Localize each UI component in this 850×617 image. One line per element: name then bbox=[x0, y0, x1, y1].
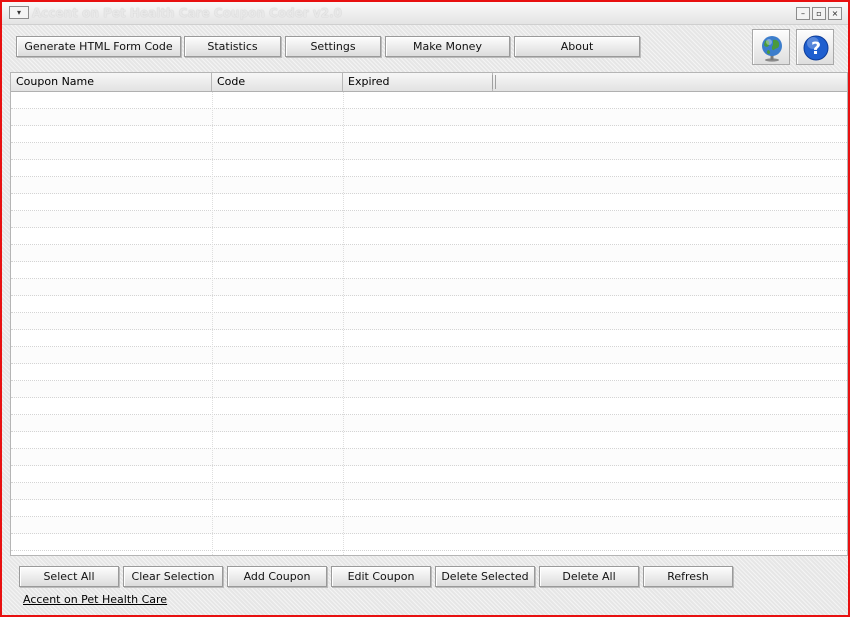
globe-button[interactable] bbox=[752, 29, 790, 65]
svg-text:?: ? bbox=[811, 39, 821, 59]
table-row[interactable] bbox=[11, 364, 847, 381]
table-row[interactable] bbox=[11, 449, 847, 466]
column-resize-grip[interactable] bbox=[492, 75, 496, 89]
table-row[interactable] bbox=[11, 109, 847, 126]
footer-link[interactable]: Accent on Pet Health Care bbox=[23, 593, 167, 606]
table-row[interactable] bbox=[11, 211, 847, 228]
close-icon[interactable]: × bbox=[828, 7, 842, 20]
table-row[interactable] bbox=[11, 126, 847, 143]
table-row[interactable] bbox=[11, 245, 847, 262]
about-button[interactable]: About bbox=[514, 36, 640, 57]
column-header-code[interactable]: Code bbox=[212, 73, 343, 91]
column-divider bbox=[343, 92, 344, 555]
statistics-button[interactable]: Statistics bbox=[184, 36, 281, 57]
system-menu-icon[interactable]: ▾ bbox=[9, 6, 29, 19]
table-row[interactable] bbox=[11, 143, 847, 160]
column-header-coupon-name[interactable]: Coupon Name bbox=[11, 73, 212, 91]
edit-coupon-button[interactable]: Edit Coupon bbox=[331, 566, 431, 587]
table-row[interactable] bbox=[11, 279, 847, 296]
globe-icon bbox=[762, 36, 782, 62]
table-row[interactable] bbox=[11, 228, 847, 245]
coupon-table[interactable]: Coupon Name Code Expired bbox=[10, 72, 848, 556]
table-row[interactable] bbox=[11, 313, 847, 330]
title-bar[interactable]: ▾ Accent on Pet Health Care Coupon Coder… bbox=[2, 2, 848, 25]
window-title: Accent on Pet Health Care Coupon Coder v… bbox=[32, 6, 343, 20]
table-row[interactable] bbox=[11, 194, 847, 211]
table-row[interactable] bbox=[11, 381, 847, 398]
help-icon: ? bbox=[803, 35, 829, 61]
table-body[interactable] bbox=[11, 92, 847, 555]
table-row[interactable] bbox=[11, 398, 847, 415]
delete-selected-button[interactable]: Delete Selected bbox=[435, 566, 535, 587]
table-row[interactable] bbox=[11, 262, 847, 279]
table-row[interactable] bbox=[11, 483, 847, 500]
restore-icon[interactable]: ▫ bbox=[812, 7, 826, 20]
window-controls: – ▫ × bbox=[796, 7, 842, 20]
table-row[interactable] bbox=[11, 92, 847, 109]
table-row[interactable] bbox=[11, 296, 847, 313]
generate-html-form-code-button[interactable]: Generate HTML Form Code bbox=[16, 36, 181, 57]
table-row[interactable] bbox=[11, 534, 847, 551]
select-all-button[interactable]: Select All bbox=[19, 566, 119, 587]
column-header-expired[interactable]: Expired bbox=[343, 73, 493, 91]
minimize-icon[interactable]: – bbox=[796, 7, 810, 20]
settings-button[interactable]: Settings bbox=[285, 36, 381, 57]
table-row[interactable] bbox=[11, 500, 847, 517]
delete-all-button[interactable]: Delete All bbox=[539, 566, 639, 587]
make-money-button[interactable]: Make Money bbox=[385, 36, 510, 57]
add-coupon-button[interactable]: Add Coupon bbox=[227, 566, 327, 587]
refresh-button[interactable]: Refresh bbox=[643, 566, 733, 587]
table-row[interactable] bbox=[11, 330, 847, 347]
app-window: ▾ Accent on Pet Health Care Coupon Coder… bbox=[0, 0, 850, 617]
table-row[interactable] bbox=[11, 517, 847, 534]
table-row[interactable] bbox=[11, 432, 847, 449]
clear-selection-button[interactable]: Clear Selection bbox=[123, 566, 223, 587]
table-row[interactable] bbox=[11, 160, 847, 177]
column-divider bbox=[212, 92, 213, 555]
table-row[interactable] bbox=[11, 177, 847, 194]
table-row[interactable] bbox=[11, 466, 847, 483]
table-row[interactable] bbox=[11, 415, 847, 432]
table-header: Coupon Name Code Expired bbox=[11, 73, 847, 92]
help-button[interactable]: ? bbox=[796, 29, 834, 65]
table-row[interactable] bbox=[11, 347, 847, 364]
